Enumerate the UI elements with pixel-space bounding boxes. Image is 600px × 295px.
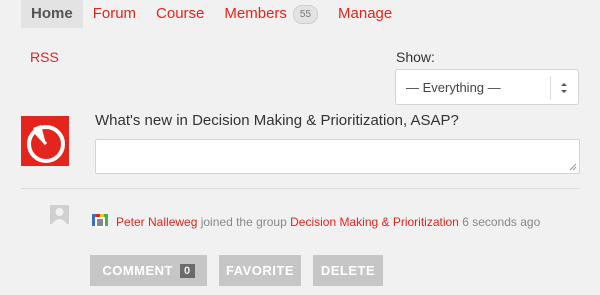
activity-time: 6 seconds ago xyxy=(458,215,541,229)
rss-link[interactable]: RSS xyxy=(30,49,59,65)
tab-label: Course xyxy=(156,5,205,22)
tab-label: Manage xyxy=(338,5,393,22)
delete-label: DELETE xyxy=(320,263,376,278)
user-avatar[interactable] xyxy=(50,205,69,224)
filter-label: Show: xyxy=(396,49,435,65)
status-update-textarea[interactable] xyxy=(95,139,580,174)
default-avatar-icon xyxy=(50,205,69,224)
divider xyxy=(21,188,580,189)
group-mini-avatar-icon[interactable] xyxy=(92,212,108,228)
activity-filter-select[interactable]: — Everything — xyxy=(395,69,579,105)
delete-button[interactable]: DELETE xyxy=(313,255,383,286)
tab-course[interactable]: Course xyxy=(146,0,214,28)
activity-entry: Peter Nalleweg joined the group Decision… xyxy=(116,215,540,229)
resize-grip-icon[interactable] xyxy=(569,163,577,171)
favorite-button[interactable]: FAVORITE xyxy=(219,255,301,286)
tab-label: Forum xyxy=(92,5,137,22)
tab-forum[interactable]: Forum xyxy=(83,0,146,28)
select-divider xyxy=(550,76,551,100)
group-link[interactable]: Decision Making & Prioritization xyxy=(290,215,459,229)
group-nav-tabs: Home Forum Course Members 55 Manage xyxy=(21,0,402,28)
tab-members[interactable]: Members 55 xyxy=(214,0,328,28)
group-activity-page: Home Forum Course Members 55 Manage RSS … xyxy=(0,0,600,295)
members-count-badge: 55 xyxy=(292,5,319,24)
user-link[interactable]: Peter Nalleweg xyxy=(116,215,197,229)
group-avatar[interactable] xyxy=(21,116,69,166)
timer-icon xyxy=(27,125,65,163)
filter-selected-value: — Everything — xyxy=(406,80,501,95)
select-arrows-icon xyxy=(561,83,567,93)
tab-label: Home xyxy=(31,5,73,22)
favorite-label: FAVORITE xyxy=(225,263,295,278)
post-prompt: What's new in Decision Making & Prioriti… xyxy=(95,112,459,129)
comment-button[interactable]: COMMENT 0 xyxy=(90,255,207,286)
comment-count-badge: 0 xyxy=(180,263,195,278)
activity-action: joined the group xyxy=(197,215,291,229)
tab-home[interactable]: Home xyxy=(21,0,83,28)
tab-manage[interactable]: Manage xyxy=(328,0,402,28)
tab-label: Members xyxy=(224,5,287,22)
comment-label: COMMENT xyxy=(102,263,174,278)
